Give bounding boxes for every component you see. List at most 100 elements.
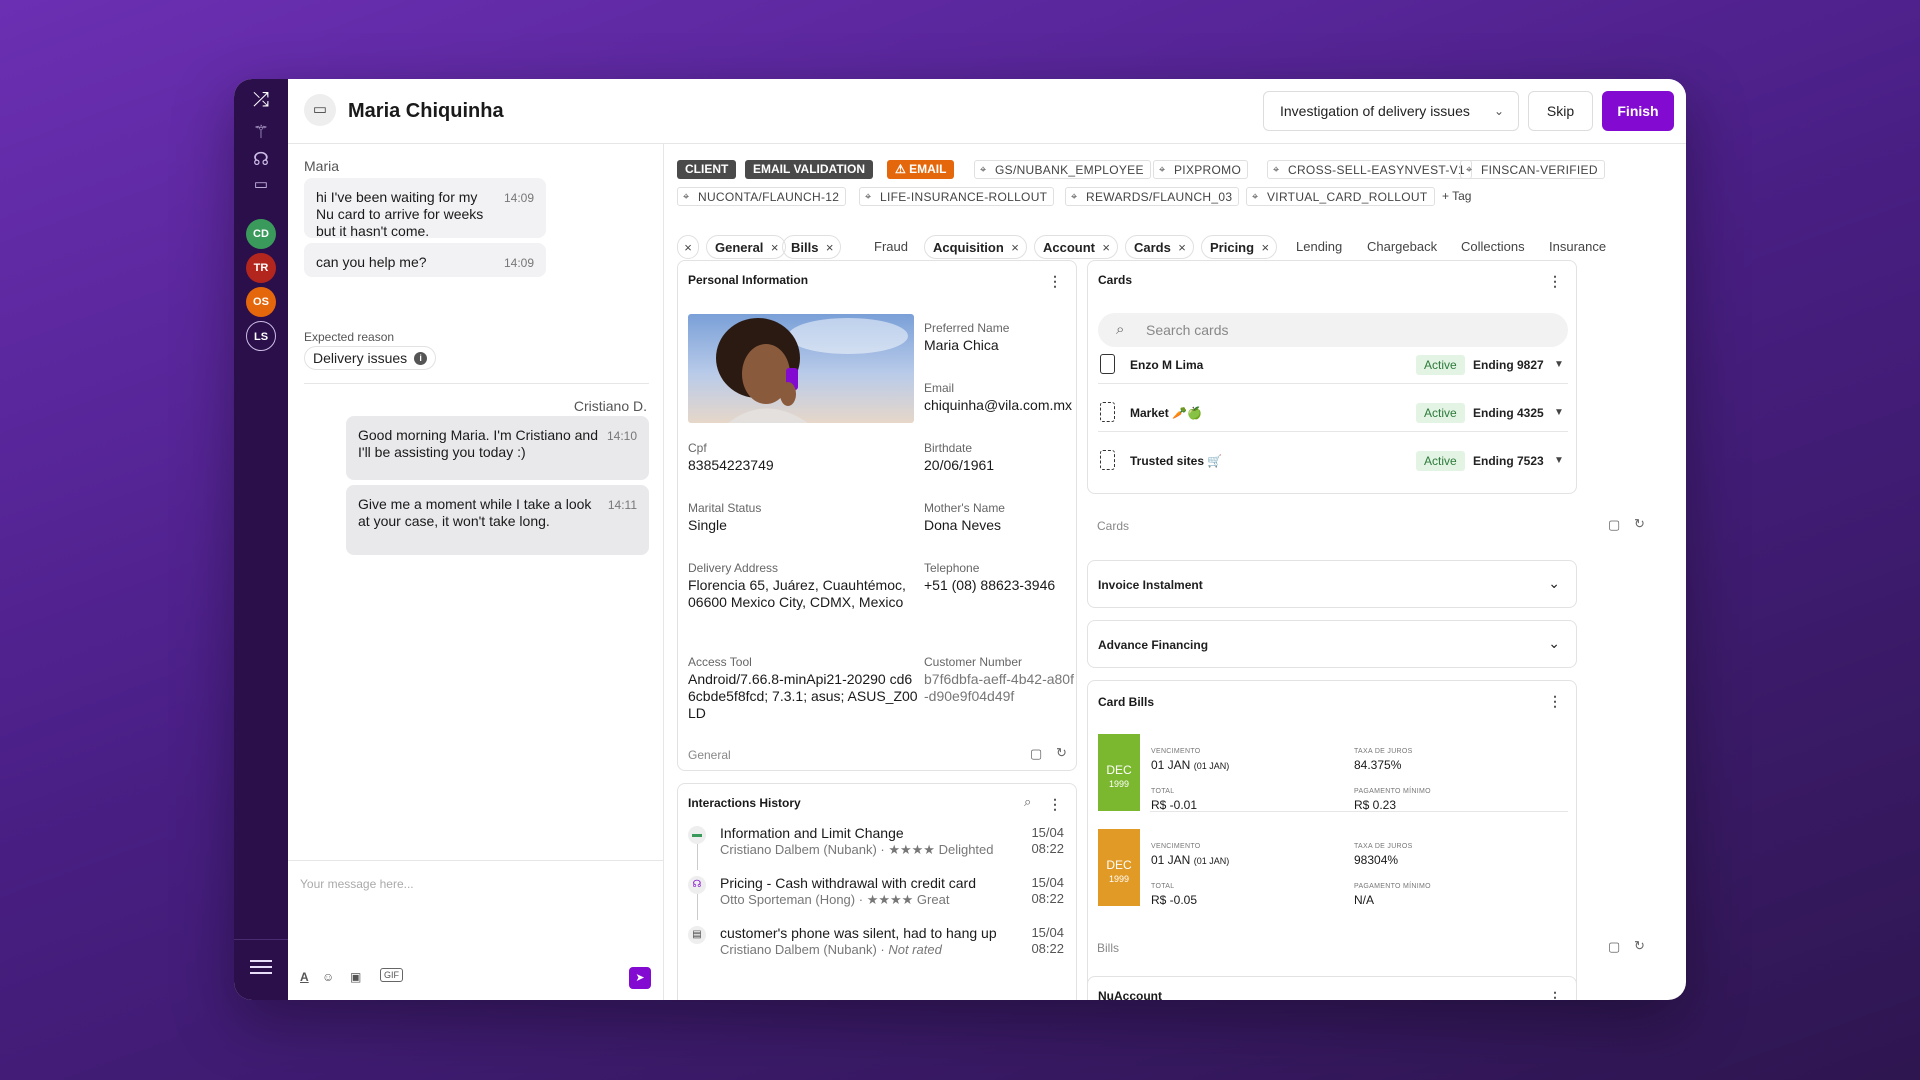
bill-label: VENCIMENTO	[1151, 748, 1201, 755]
add-tag-button[interactable]: + Tag	[1438, 187, 1471, 206]
chevron-down-icon[interactable]: ⌄	[1548, 575, 1560, 592]
message-input[interactable]: Your message here...	[300, 877, 414, 891]
feedback-icon[interactable]: ▢	[1030, 746, 1042, 762]
send-icon[interactable]: ➤	[629, 967, 651, 989]
image-icon[interactable]: ▣	[350, 970, 361, 984]
phone-value: +51 (08) 88623-3946	[924, 577, 1056, 593]
history-date: 15/04 08:22	[1031, 875, 1064, 907]
message-text: Give me a moment while I take a look at …	[358, 496, 592, 529]
search-icon[interactable]: ⌕	[1024, 794, 1031, 810]
caret-down-icon[interactable]: ▼	[1554, 359, 1564, 370]
filter-general[interactable]: General ×	[706, 235, 787, 260]
warning-icon: ⚠	[895, 162, 910, 176]
divider	[304, 383, 649, 384]
avatar-cd[interactable]: CD	[246, 219, 276, 249]
caret-down-icon[interactable]: ▼	[1554, 407, 1564, 418]
tag-icon: ⌖	[980, 164, 987, 176]
filter-pricing[interactable]: Pricing ×	[1201, 235, 1278, 260]
divider	[1150, 811, 1568, 812]
tag-pixpromo: ⌖ PIXPROMO	[1153, 160, 1249, 179]
chevron-down-icon[interactable]: ⌄	[1548, 635, 1560, 652]
tag-rewards: ⌖ REWARDS/FLAUNCH_03	[1065, 187, 1240, 206]
more-options-icon[interactable]: ⋮	[1548, 989, 1562, 1000]
card-name: Enzo M Lima	[1130, 358, 1204, 372]
expected-reason-chip[interactable]: Delivery issues i	[304, 346, 437, 370]
bill-min: N/A	[1354, 893, 1375, 907]
invoice-instalment-accordion[interactable]: Invoice Instalment ⌄	[1087, 560, 1577, 608]
finish-button[interactable]: Finish	[1602, 91, 1674, 131]
bill-total: R$ -0.01	[1151, 798, 1198, 812]
more-options-icon[interactable]: ⋮	[1048, 796, 1062, 813]
caret-down-icon[interactable]: ▼	[1554, 455, 1564, 466]
skip-button[interactable]: Skip	[1528, 91, 1593, 131]
history-agent: Cristiano Dalbem (Nubank)	[720, 842, 877, 857]
history-subtitle: Cristiano Dalbem (Nubank) · Not rated	[720, 942, 942, 957]
hamburger-menu-icon[interactable]	[248, 956, 274, 978]
refresh-icon[interactable]: ↻	[1056, 745, 1067, 761]
headset-icon[interactable]: ☊	[248, 146, 274, 172]
filter-insurance[interactable]: Insurance	[1549, 235, 1606, 259]
close-icon[interactable]: ×	[1102, 236, 1110, 260]
chat-icon[interactable]: ▭	[248, 172, 274, 198]
filter-cards[interactable]: Cards ×	[1125, 235, 1194, 259]
feedback-icon[interactable]: ▢	[1608, 939, 1620, 955]
message-composer[interactable]: Your message here... A ☺ ▣ GIF ➤	[288, 860, 663, 1000]
filter-fraud[interactable]: Fraud	[874, 235, 908, 259]
filter-acquisition[interactable]: Acquisition ×	[924, 235, 1027, 259]
status-badge: Active	[1416, 451, 1465, 471]
filter-bills[interactable]: Bills ×	[782, 235, 842, 260]
emoji-icon[interactable]: ☺	[322, 970, 334, 984]
refresh-icon[interactable]: ↻	[1634, 938, 1645, 954]
avatar-os[interactable]: OS	[246, 287, 276, 317]
close-icon[interactable]: ×	[826, 236, 834, 260]
avatar-ls[interactable]: LS	[246, 321, 276, 351]
tag-label: FINSCAN-VERIFIED	[1481, 163, 1598, 177]
divider	[1098, 383, 1568, 384]
more-options-icon[interactable]: ⋮	[1548, 273, 1562, 290]
message-customer: can you help me? 14:09	[304, 243, 546, 277]
bill-month: DEC	[1106, 763, 1132, 777]
message-text: hi I've been waiting for my Nu card to a…	[316, 189, 484, 239]
gif-icon[interactable]: GIF	[380, 968, 403, 982]
reason-dropdown[interactable]: Investigation of delivery issues ⌄	[1263, 91, 1519, 131]
magic-wand-icon[interactable]: ⚚	[248, 119, 274, 145]
filter-label: General	[715, 240, 764, 255]
close-icon[interactable]: ×	[771, 236, 779, 260]
filter-lending[interactable]: Lending	[1296, 235, 1342, 259]
tag-icon: ⌖	[1159, 164, 1166, 176]
text-format-icon[interactable]: A	[300, 970, 309, 984]
close-icon[interactable]: ×	[1011, 236, 1019, 260]
chat-panel: Maria hi I've been waiting for my Nu car…	[288, 144, 664, 1000]
clear-filters-button[interactable]: ×	[677, 235, 699, 259]
more-options-icon[interactable]: ⋮	[1548, 693, 1562, 710]
filter-chargeback[interactable]: Chargeback	[1367, 235, 1437, 259]
mother-value: Dona Neves	[924, 517, 1002, 533]
avatar-tr[interactable]: TR	[246, 253, 276, 283]
cpf-value: 83854223749	[688, 457, 774, 473]
advance-financing-accordion[interactable]: Advance Financing ⌄	[1087, 620, 1577, 668]
expected-reason-label: Expected reason	[304, 330, 395, 344]
refresh-icon[interactable]: ↻	[1634, 516, 1645, 532]
history-agent: Cristiano Dalbem (Nubank)	[720, 942, 877, 957]
customer-name: Maria	[304, 158, 340, 174]
tag-email: ⚠ EMAIL	[887, 160, 955, 179]
card-title: NuAccount	[1098, 989, 1162, 1000]
close-icon[interactable]: ×	[1178, 236, 1186, 260]
feedback-icon[interactable]: ▢	[1608, 517, 1620, 533]
tag-icon: ⌖	[683, 191, 690, 203]
info-icon[interactable]: i	[414, 352, 428, 365]
history-rating: ★★★★ Delighted	[888, 842, 994, 857]
search-cards-input[interactable]: ⌕ Search cards	[1098, 313, 1568, 347]
history-title: Information and Limit Change	[720, 825, 904, 841]
filter-label: Acquisition	[933, 240, 1004, 255]
more-options-icon[interactable]: ⋮	[1048, 273, 1062, 290]
bill-year: 1999	[1108, 779, 1130, 789]
filter-account[interactable]: Account ×	[1034, 235, 1118, 259]
close-icon[interactable]: ×	[1261, 236, 1269, 260]
nav-rail: ⤮ ⚚ ☊ ▭ CD TR OS LS	[234, 79, 288, 1000]
access-tool-value: Android/7.66.8-minApi21-20290 cd66cbde5f…	[688, 671, 918, 721]
history-time: 08:22	[1031, 841, 1064, 856]
filter-collections[interactable]: Collections	[1461, 235, 1525, 259]
history-day: 15/04	[1031, 925, 1064, 940]
shuffle-icon[interactable]: ⤮	[248, 87, 274, 113]
